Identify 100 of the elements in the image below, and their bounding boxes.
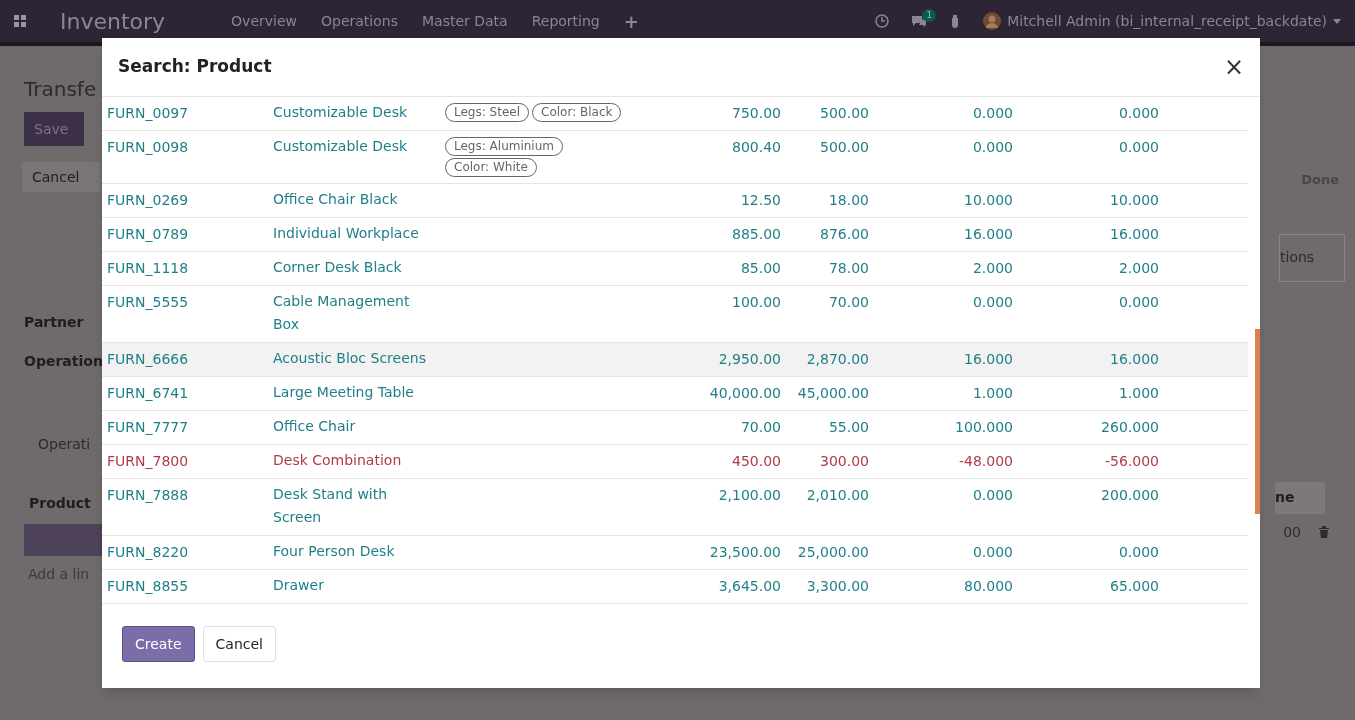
column-header: Product <box>29 494 92 513</box>
product-code: FURN_7777 <box>106 418 190 437</box>
nav-menu-item[interactable]: Overview <box>231 10 297 32</box>
scrollbar[interactable] <box>1255 329 1260 514</box>
product-row[interactable]: FURN_8220 Four Person Desk 23,500.00 25,000.00 0.000 0.000 <box>102 536 1248 570</box>
product-code: FURN_7800 <box>106 452 190 471</box>
product-row[interactable]: FURN_6741 Large Meeting Table 40,000.00 45,000.00 1.000 1.000 <box>102 377 1248 411</box>
cancel-button[interactable]: Cancel <box>202 626 276 662</box>
table-cell-text: 2,100.00 <box>717 486 781 505</box>
product-row[interactable]: FURN_0098 Customizable Desk Legs: Aluminium Color: White 800.40 500.00 0.000 0.000 <box>102 131 1248 184</box>
product-code: FURN_0789 <box>106 225 190 244</box>
product-row[interactable]: FURN_7800 Desk Combination 450.00 300.00 -48.000 -56.000 <box>102 445 1248 479</box>
product-row[interactable]: FURN_8855 Drawer 3,645.00 3,300.00 80.000 65.000 <box>102 570 1248 604</box>
product-code: FURN_7888 <box>106 486 190 505</box>
table-cell-text: 65.000 <box>1109 577 1159 596</box>
product-name: Cable Management Box <box>273 292 411 334</box>
table-cell-text: 16.000 <box>1109 350 1159 369</box>
table-cell-text: 1.000 <box>1117 384 1159 403</box>
product-code: FURN_6741 <box>106 384 190 403</box>
table-cell-text: 500.00 <box>819 104 869 123</box>
product-row[interactable]: FURN_0269 Office Chair Black 12.50 18.00 10.000 10.000 <box>102 184 1248 218</box>
user-menu[interactable]: Mitchell Admin (bi_internal_receipt_backdate) <box>1007 10 1327 32</box>
table-cell-text: 55.00 <box>827 418 869 437</box>
table-cell-text: 70.00 <box>739 418 781 437</box>
chat-icon[interactable] <box>911 14 928 28</box>
product-name: Customizable Desk <box>273 103 409 122</box>
close-button[interactable]: × <box>1223 55 1244 79</box>
table-cell-text: 0.000 <box>971 138 1013 157</box>
table-cell-text: 3,300.00 <box>805 577 869 596</box>
field-label: Operation <box>24 352 102 371</box>
table-cell-text: 450.00 <box>731 452 781 471</box>
table-cell-text: 885.00 <box>731 225 781 244</box>
table-cell-text: 12.50 <box>739 191 781 210</box>
table-cell-text: 0.000 <box>971 104 1013 123</box>
table-cell-text: 0.000 <box>971 543 1013 562</box>
product-name: Individual Workplace <box>273 224 420 243</box>
product-name: Acoustic Bloc Screens <box>273 349 427 368</box>
table-cell-text: 25,000.00 <box>796 543 869 562</box>
dialog-title: Search: Product <box>118 55 272 79</box>
table-cell-text: 1.000 <box>971 384 1013 403</box>
table-cell-text: 0.000 <box>1117 543 1159 562</box>
nav-menu-item[interactable]: Operations <box>321 10 398 32</box>
table-cell-text: 3,645.00 <box>717 577 781 596</box>
product-row[interactable]: FURN_6666 Acoustic Bloc Screens 2,950.00 2,870.00 16.000 16.000 <box>102 343 1248 377</box>
table-cell-text: 16.000 <box>963 225 1013 244</box>
product-row[interactable]: FURN_5555 Cable Management Box 100.00 70.00 0.000 0.000 <box>102 286 1248 343</box>
table-cell-text: 0.000 <box>1117 293 1159 312</box>
caret-icon[interactable] <box>1333 18 1341 24</box>
product-row[interactable]: FURN_0789 Individual Workplace 885.00 876.00 16.000 16.000 <box>102 218 1248 252</box>
apps-icon[interactable] <box>14 15 26 27</box>
product-row[interactable]: FURN_7888 Desk Stand with Screen 2,100.00 2,010.00 0.000 200.000 <box>102 479 1248 536</box>
product-name: Corner Desk Black <box>273 258 403 277</box>
table-cell-text: 80.000 <box>963 577 1013 596</box>
cancel-button[interactable]: Cancel <box>22 162 100 192</box>
table-cell-text: 2,870.00 <box>805 350 869 369</box>
add-menu-button[interactable]: + <box>623 7 639 35</box>
create-button[interactable]: Create <box>122 626 195 662</box>
nav-menu-item[interactable]: Master Data <box>422 10 508 32</box>
table-cell-text: 10.000 <box>1109 191 1159 210</box>
table-cell-text: 45,000.00 <box>796 384 869 403</box>
table-cell-text: 00 <box>1283 522 1301 542</box>
product-name: Large Meeting Table <box>273 383 415 402</box>
table-cell-text: 0.000 <box>1117 138 1159 157</box>
product-code: FURN_0098 <box>106 138 190 157</box>
product-code: FURN_8220 <box>106 543 190 562</box>
table-cell-text: 750.00 <box>731 104 781 123</box>
table-cell-text: 2.000 <box>1117 259 1159 278</box>
avatar-icon[interactable] <box>983 12 1002 30</box>
product-name: Office Chair <box>273 417 357 436</box>
product-name: Desk Stand with Screen <box>273 485 389 527</box>
notebook-tab[interactable]: Operati <box>38 434 102 455</box>
product-row[interactable]: FURN_7777 Office Chair 70.00 55.00 100.000 260.000 <box>102 411 1248 445</box>
table-cell-text: 2,010.00 <box>805 486 869 505</box>
product-row[interactable]: FURN_1118 Corner Desk Black 85.00 78.00 2.000 2.000 <box>102 252 1248 286</box>
product-name: Office Chair Black <box>273 190 399 209</box>
nav-menu-item[interactable]: Reporting <box>531 10 600 32</box>
table-cell-text: 200.000 <box>1100 486 1159 505</box>
message-count-badge: 1 <box>922 9 937 22</box>
trash-icon[interactable] <box>1319 526 1329 538</box>
product-code: FURN_8855 <box>106 577 190 596</box>
save-button[interactable]: Save <box>24 112 84 146</box>
product-code: FURN_0269 <box>106 191 190 210</box>
column-header: ne <box>1275 481 1325 514</box>
table-cell-text: -56.000 <box>1103 452 1159 471</box>
table-cell-text: 0.000 <box>971 486 1013 505</box>
app-title[interactable]: Inventory <box>60 4 166 38</box>
product-code: FURN_1118 <box>106 259 190 278</box>
table-cell-text: 2,950.00 <box>717 350 781 369</box>
clock-icon[interactable] <box>875 14 890 28</box>
table-cell-text: 2.000 <box>971 259 1013 278</box>
product-row[interactable]: FURN_0097 Customizable Desk Legs: Steel Color: Black 750.00 500.00 0.000 0.000 <box>102 97 1248 131</box>
table-cell-text: -48.000 <box>957 452 1013 471</box>
table-cell-text: 100.00 <box>731 293 781 312</box>
product-code: FURN_0097 <box>106 104 190 123</box>
product-code: FURN_6666 <box>106 350 190 369</box>
table-cell-text: 876.00 <box>819 225 869 244</box>
table-cell-text: 100.000 <box>954 418 1013 437</box>
smart-button[interactable]: tions <box>1279 233 1345 282</box>
field-label: Partner <box>24 313 85 332</box>
product-name: Drawer <box>273 576 325 595</box>
